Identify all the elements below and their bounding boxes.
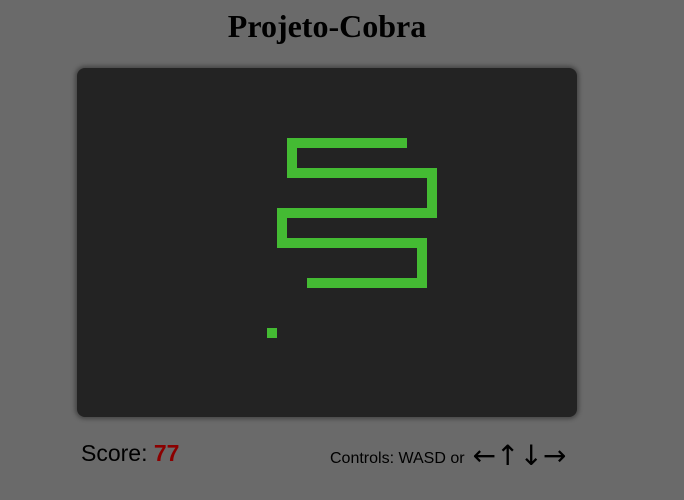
game-canvas	[267, 138, 437, 338]
game-board[interactable]	[77, 68, 577, 417]
snake-segment	[307, 278, 427, 288]
arrow-down-icon: ↓	[519, 439, 543, 472]
game-page: Projeto-Cobra Score: 77 Controls: WASD o…	[0, 0, 684, 500]
snake-segment	[287, 168, 437, 178]
snake-segment	[277, 238, 427, 248]
controls-label: Controls: WASD or	[330, 450, 465, 467]
score-label: Score:	[81, 440, 154, 466]
snake	[277, 138, 437, 288]
snake-segment	[287, 138, 407, 148]
arrow-left-icon: ←	[472, 439, 497, 472]
food-pellet	[267, 328, 277, 338]
score-value: 77	[153, 440, 180, 466]
arrow-right-icon: →	[542, 439, 567, 472]
page-title: Projeto-Cobra	[227, 8, 427, 44]
snake-segment	[277, 208, 437, 218]
score-display: Score: 77	[81, 440, 179, 467]
arrow-up-icon: ↑	[496, 439, 520, 472]
controls-hint: Controls: WASD or ← ↑ ↓ →	[330, 440, 566, 472]
